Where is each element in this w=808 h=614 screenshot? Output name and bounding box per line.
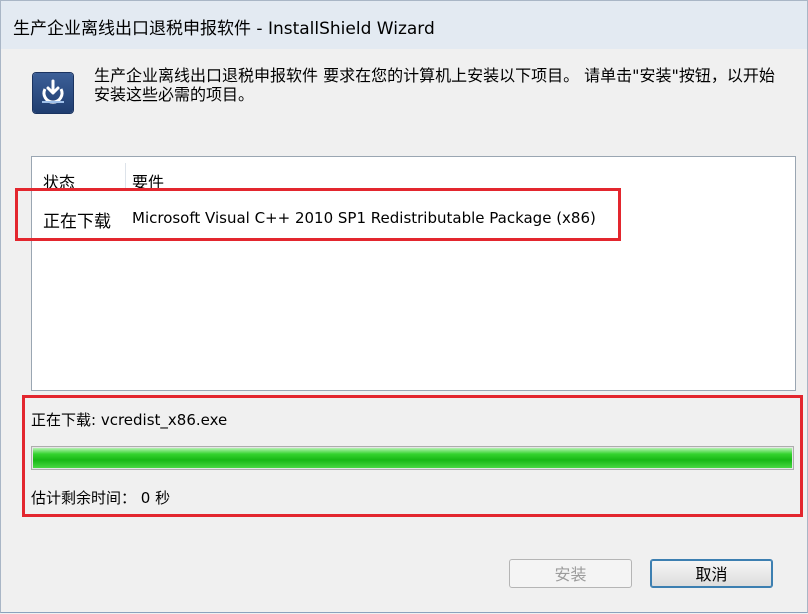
install-button[interactable]: 安装 xyxy=(509,559,632,588)
column-separator xyxy=(125,163,126,191)
installshield-icon xyxy=(33,73,73,113)
title-bar: 生产企业离线出口退税申报软件 - InstallShield Wizard xyxy=(0,0,808,50)
highlight-box-progress xyxy=(22,395,803,517)
cancel-button[interactable]: 取消 xyxy=(650,559,773,588)
header-message: 生产企业离线出口退税申报软件 要求在您的计算机上安装以下项目。 请单击"安装"按… xyxy=(94,66,775,104)
highlight-box-requirement xyxy=(15,188,621,241)
window-title: 生产企业离线出口退税申报软件 - InstallShield Wizard xyxy=(13,19,435,39)
